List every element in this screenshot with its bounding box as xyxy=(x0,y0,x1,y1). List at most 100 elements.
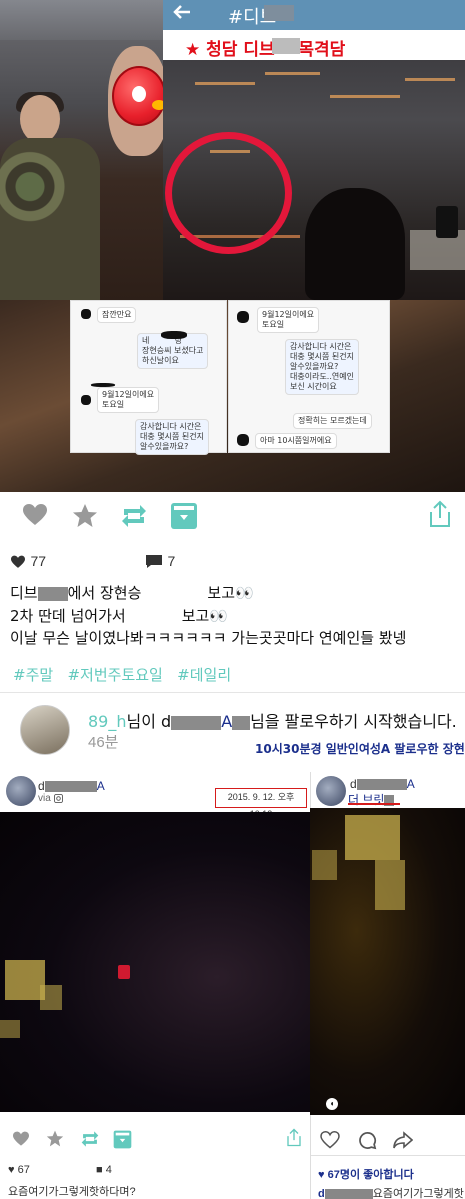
heart-icon[interactable] xyxy=(12,1131,30,1152)
heart-icon[interactable] xyxy=(22,503,48,532)
caption-text: 요즘여기가그렇게핫 xyxy=(372,1188,464,1199)
annotation-note: 10시30분경 일반인여성A 팔로우한 장현승 xyxy=(255,742,465,756)
chat-bubble: 9월12일이에요 토요일 xyxy=(97,387,160,413)
ceiling-light xyxy=(330,95,400,98)
light-blob xyxy=(312,850,337,880)
light-blob xyxy=(40,985,62,1010)
censor-mosaic xyxy=(171,715,222,730)
censor-mosaic xyxy=(232,715,251,730)
heart-outline-icon[interactable] xyxy=(320,1130,340,1154)
caption-text: 디브 xyxy=(10,584,38,602)
username-text: A xyxy=(406,777,415,791)
comment-icon: ■ xyxy=(96,1164,103,1176)
heart-icon: ♥ xyxy=(8,1164,15,1176)
username-text: d xyxy=(38,779,45,793)
dark-club-photo xyxy=(0,812,310,1112)
caption-line-3: 이날 무슨 날이였나봐ㅋㅋㅋㅋㅋㅋ 가는곳곳마다 연예인들 봤넹 xyxy=(10,629,407,647)
light-blob xyxy=(345,815,400,860)
post-username[interactable]: dA xyxy=(38,779,105,793)
chat-bubble: 감사합니다 시간은 대충 몇시쯤 된건지 알수있을까요? 대충이라도..연예인 … xyxy=(285,339,359,395)
chat-bubble: 잠깐만요 xyxy=(97,307,137,323)
highlight-underline xyxy=(348,803,400,805)
hashtag-link[interactable]: #데일리 xyxy=(177,666,231,684)
avatar[interactable] xyxy=(6,776,36,806)
instagram-icon xyxy=(53,793,63,803)
light-blob xyxy=(5,960,45,1000)
caption-text: 보고👀 xyxy=(181,607,228,625)
hashtag-link[interactable]: #주말 xyxy=(13,666,53,684)
emoji-eye xyxy=(132,86,146,102)
banner-title: ★ 청담 디브** 목격담 xyxy=(185,40,346,60)
censor-mosaic xyxy=(324,1188,373,1199)
share-icon[interactable] xyxy=(428,500,452,533)
likes-count: 67 xyxy=(17,1164,30,1176)
hashtag-list: #주말 #저번주토요일 #데일리 xyxy=(13,664,231,685)
dark-silhouette xyxy=(305,188,405,300)
chat-bubble: 정확히는 모르겠는데 xyxy=(293,413,372,429)
censor-mosaic xyxy=(37,586,68,601)
follow-text: 님을 팔로우하기 시작했습니다. xyxy=(250,712,457,731)
follower-username[interactable]: 89_h xyxy=(88,712,127,731)
likes-count: 77 xyxy=(30,553,47,569)
divider xyxy=(311,1155,465,1156)
via-text: via xyxy=(38,793,51,804)
archive-icon[interactable] xyxy=(113,1130,132,1154)
chat-bubble: 아마 10시쯤일꺼에요 xyxy=(255,433,337,449)
follow-text: 님이 d xyxy=(126,712,172,731)
via-label: via xyxy=(38,793,63,804)
username-text: A xyxy=(96,779,105,793)
censor-scribble xyxy=(237,311,249,323)
location-link[interactable]: 더 브릿 xyxy=(348,791,395,808)
person-camo-jacket xyxy=(0,138,100,300)
follow-time: 46분 xyxy=(88,734,119,751)
followed-username[interactable]: A xyxy=(221,712,232,731)
phone-in-photo xyxy=(436,206,458,238)
photo-left-glare xyxy=(0,0,163,40)
sound-icon[interactable]: ◖ xyxy=(326,1098,338,1110)
repost-icon[interactable] xyxy=(120,503,148,534)
likes-stat: 77 xyxy=(10,553,46,571)
comments-count: 7 xyxy=(167,553,176,569)
red-highlight-circle xyxy=(165,132,292,254)
comments-stat: 7 xyxy=(145,553,175,571)
comment-icon[interactable] xyxy=(358,1131,377,1155)
star-icon[interactable] xyxy=(46,1130,64,1152)
censor-mosaic xyxy=(356,779,407,791)
caption-line-1: 디브 에서 장현승 보고👀 xyxy=(10,582,254,603)
likes-stat: ♥ 67 xyxy=(8,1164,30,1176)
heart-icon xyxy=(11,555,25,568)
comment-icon xyxy=(146,555,162,569)
post-username[interactable]: dA xyxy=(350,777,415,791)
divider xyxy=(0,692,465,693)
avatar[interactable] xyxy=(316,776,346,806)
person-head xyxy=(20,95,60,143)
ceiling-light xyxy=(265,72,320,75)
back-arrow-icon[interactable] xyxy=(172,2,192,22)
chat-screenshot-right: 9월12일이에요 토요일 감사합니다 시간은 대충 몇시쯤 된건지 알수있을까요… xyxy=(228,300,390,453)
heart-icon: ♥ xyxy=(318,1169,325,1181)
caption-username[interactable]: d xyxy=(318,1188,325,1199)
archive-icon[interactable] xyxy=(170,502,198,535)
instagram-hashtag-header xyxy=(163,0,465,30)
caption-text: 2차 딴데 넘어가서 xyxy=(10,607,126,625)
hashtag-link[interactable]: #저번주토요일 xyxy=(67,666,162,684)
light-blob xyxy=(0,1020,20,1038)
censor-scribble xyxy=(161,331,187,339)
post-action-bar xyxy=(0,492,465,540)
share-icon[interactable] xyxy=(286,1128,302,1152)
caption-line-2: 2차 딴데 넘어가서 보고👀 xyxy=(10,605,228,626)
likes-text: 67명이 좋아합니다 xyxy=(327,1169,414,1181)
caption-text: 보고👀 xyxy=(207,584,254,602)
red-light xyxy=(118,965,130,979)
censor-mosaic xyxy=(272,38,300,54)
chat-screenshot-left: 잠깐만요 네 랑 장현승씨 보셨다고 하신날이요 9월12일이에요 토요일 감사… xyxy=(70,300,227,455)
chat-bubble: 감사합니다 시간은 대충 몇시쯤 된건지 알수있을까요? xyxy=(135,419,209,455)
share-arrow-icon[interactable] xyxy=(393,1131,414,1154)
caption-text: 에서 장현승 xyxy=(67,584,142,602)
follow-notification-text: 89_h님이 d A 님을 팔로우하기 시작했습니다. xyxy=(88,708,457,732)
repost-icon[interactable] xyxy=(80,1130,100,1153)
star-icon[interactable] xyxy=(72,503,98,533)
chat-bubble: 9월12일이에요 토요일 xyxy=(257,307,320,333)
avatar[interactable] xyxy=(20,705,70,755)
post-caption: 요즘여기가그렇게핫하다며? xyxy=(8,1186,136,1198)
